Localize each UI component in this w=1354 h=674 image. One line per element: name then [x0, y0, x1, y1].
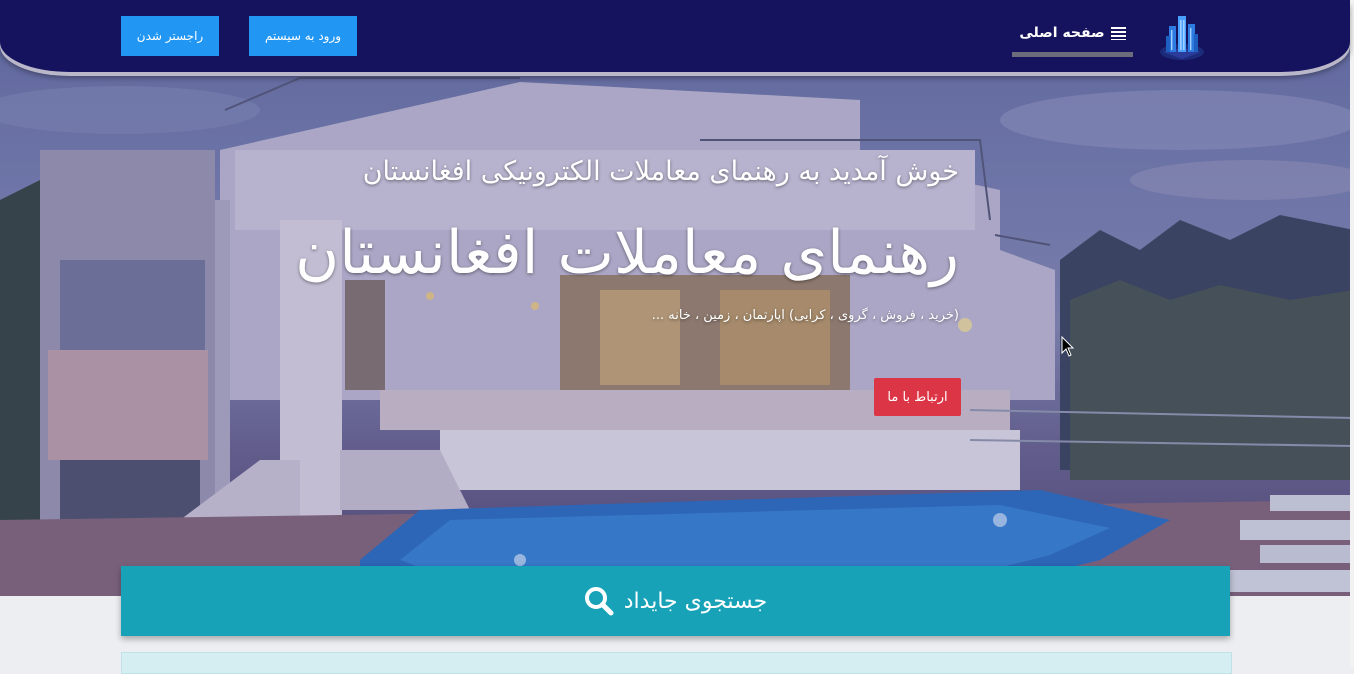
scrollbar-edge[interactable]	[1350, 0, 1354, 668]
hero-section: خوش آمدید به رهنمای معاملات الکترونیکی ا…	[0, 0, 1354, 596]
hero-title: رهنمای معاملات افغانستان	[295, 218, 959, 288]
menu-lines-icon	[1110, 26, 1126, 40]
search-icon	[584, 586, 614, 616]
contact-us-button[interactable]: ارتباط با ما	[874, 378, 961, 416]
hero-subtitle: (خرید ، فروش ، گروی ، کرایی) اپارتمان ، …	[651, 308, 959, 323]
property-search-label: جستجوی جایداد	[623, 588, 768, 614]
top-navbar: راجستر شدن ورود به سیستم صفحه اصلی	[0, 0, 1350, 72]
login-button[interactable]: ورود به سیستم	[249, 16, 357, 56]
hero-overlay	[0, 0, 1354, 596]
buildings-logo-icon[interactable]	[1157, 12, 1207, 64]
nav-home-link[interactable]: صفحه اصلی	[1012, 14, 1133, 57]
content-panel	[121, 652, 1232, 674]
nav-home-label: صفحه اصلی	[1019, 25, 1105, 41]
property-search-button[interactable]: جستجوی جایداد	[121, 566, 1230, 636]
welcome-text: خوش آمدید به رهنمای معاملات الکترونیکی ا…	[362, 156, 959, 187]
register-button[interactable]: راجستر شدن	[121, 16, 219, 56]
mouse-cursor-icon	[1061, 335, 1075, 362]
